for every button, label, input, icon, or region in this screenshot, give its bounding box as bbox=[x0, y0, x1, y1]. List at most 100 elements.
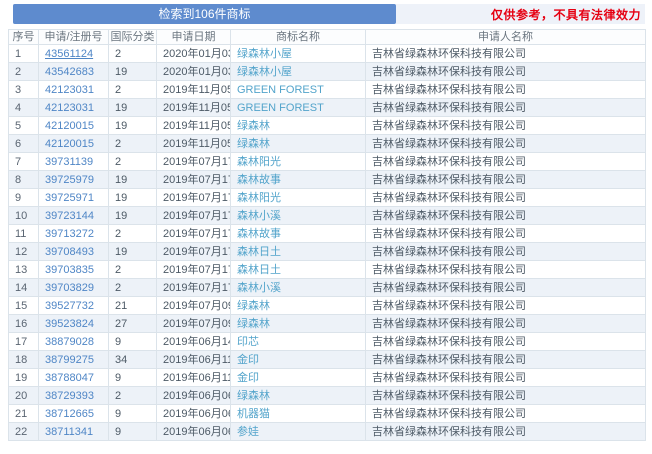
reg-number-link[interactable]: 38712665 bbox=[45, 408, 94, 420]
cell-reg-number: 38711341 bbox=[38, 422, 109, 441]
cell-serial: 10 bbox=[8, 206, 39, 225]
cell-applicant-name: 吉林省绿森林环保科技有限公司 bbox=[365, 350, 646, 369]
trademark-name-link[interactable]: 机器猫 bbox=[237, 408, 270, 420]
cell-intl-class: 2 bbox=[108, 386, 157, 405]
trademark-results-table-container: 序号 申请/注册号 国际分类 申请日期 商标名称 申请人名称 1 4356112… bbox=[8, 29, 646, 441]
reg-number-link[interactable]: 38729393 bbox=[45, 390, 94, 402]
cell-apply-date: 2019年11月05日 bbox=[156, 134, 231, 153]
cell-reg-number: 39703829 bbox=[38, 278, 109, 297]
trademark-name-link[interactable]: 金印 bbox=[237, 372, 259, 384]
cell-intl-class: 19 bbox=[108, 242, 157, 261]
trademark-name-link[interactable]: 绿森林 bbox=[237, 390, 270, 402]
cell-apply-date: 2019年07月17日 bbox=[156, 170, 231, 189]
trademark-name-link[interactable]: GREEN FOREST bbox=[237, 84, 324, 96]
trademark-name-link[interactable]: 森林故事 bbox=[237, 228, 281, 240]
cell-serial: 11 bbox=[8, 224, 39, 243]
cell-reg-number: 43542683 bbox=[38, 62, 109, 81]
cell-intl-class: 21 bbox=[108, 296, 157, 315]
cell-applicant-name: 吉林省绿森林环保科技有限公司 bbox=[365, 44, 646, 63]
reg-number-link[interactable]: 42123031 bbox=[45, 102, 94, 114]
reg-number-link[interactable]: 39703829 bbox=[45, 282, 94, 294]
cell-apply-date: 2020年01月03日 bbox=[156, 62, 231, 81]
table-row: 19 38788047 9 2019年06月11日 金印 吉林省绿森林环保科技有… bbox=[8, 368, 646, 387]
reg-number-link[interactable]: 39703835 bbox=[45, 264, 94, 276]
reg-number-link[interactable]: 39723144 bbox=[45, 210, 94, 222]
reg-number-link[interactable]: 39523824 bbox=[45, 318, 94, 330]
trademark-name-link[interactable]: 印芯 bbox=[237, 336, 259, 348]
trademark-name-link[interactable]: 森林小溪 bbox=[237, 210, 281, 222]
trademark-name-link[interactable]: 森林故事 bbox=[237, 174, 281, 186]
cell-intl-class: 2 bbox=[108, 80, 157, 99]
cell-reg-number: 42120015 bbox=[38, 116, 109, 135]
trademark-name-link[interactable]: 绿森林小屋 bbox=[237, 48, 292, 60]
trademark-name-link[interactable]: 森林阳光 bbox=[237, 156, 281, 168]
trademark-name-link[interactable]: 绿森林 bbox=[237, 120, 270, 132]
cell-applicant-name: 吉林省绿森林环保科技有限公司 bbox=[365, 296, 646, 315]
table-row: 5 42120015 19 2019年11月05日 绿森林 吉林省绿森林环保科技… bbox=[8, 116, 646, 135]
reg-number-link[interactable]: 43561124 bbox=[45, 48, 93, 60]
reg-number-link[interactable]: 39725971 bbox=[45, 192, 94, 204]
cell-applicant-name: 吉林省绿森林环保科技有限公司 bbox=[365, 98, 646, 117]
cell-applicant-name: 吉林省绿森林环保科技有限公司 bbox=[365, 422, 646, 441]
column-header-applicant-name: 申请人名称 bbox=[365, 29, 646, 45]
trademark-name-link[interactable]: 森林日土 bbox=[237, 264, 281, 276]
cell-intl-class: 2 bbox=[108, 44, 157, 63]
reg-number-link[interactable]: 39725979 bbox=[45, 174, 94, 186]
cell-trademark-name: 绿森林 bbox=[230, 314, 366, 333]
cell-apply-date: 2019年06月14日 bbox=[156, 332, 231, 351]
cell-serial: 14 bbox=[8, 278, 39, 297]
trademark-name-link[interactable]: GREEN FOREST bbox=[237, 102, 324, 114]
table-row: 10 39723144 19 2019年07月17日 森林小溪 吉林省绿森林环保… bbox=[8, 206, 646, 225]
column-header-serial: 序号 bbox=[8, 29, 39, 45]
cell-applicant-name: 吉林省绿森林环保科技有限公司 bbox=[365, 206, 646, 225]
reg-number-link[interactable]: 38788047 bbox=[45, 372, 94, 384]
results-header-strip: 检索到106件商标 仅供参考，不具有法律效力 bbox=[13, 4, 645, 24]
cell-reg-number: 39723144 bbox=[38, 206, 109, 225]
trademark-name-link[interactable]: 绿森林小屋 bbox=[237, 66, 292, 78]
reg-number-link[interactable]: 38799275 bbox=[45, 354, 94, 366]
reg-number-link[interactable]: 38711341 bbox=[45, 426, 93, 438]
trademark-name-link[interactable]: 绿森林 bbox=[237, 318, 270, 330]
table-row: 13 39703835 2 2019年07月17日 森林日土 吉林省绿森林环保科… bbox=[8, 260, 646, 279]
legal-disclaimer-text: 仅供参考，不具有法律效力 bbox=[490, 7, 641, 22]
reg-number-link[interactable]: 42123031 bbox=[45, 84, 94, 96]
cell-applicant-name: 吉林省绿森林环保科技有限公司 bbox=[365, 170, 646, 189]
cell-apply-date: 2019年07月17日 bbox=[156, 188, 231, 207]
reg-number-link[interactable]: 42120015 bbox=[45, 138, 94, 150]
cell-apply-date: 2019年07月17日 bbox=[156, 278, 231, 297]
table-row: 22 38711341 9 2019年06月06日 参娃 吉林省绿森林环保科技有… bbox=[8, 422, 646, 441]
reg-number-link[interactable]: 39708493 bbox=[45, 246, 94, 258]
cell-serial: 15 bbox=[8, 296, 39, 315]
trademark-name-link[interactable]: 绿森林 bbox=[237, 138, 270, 150]
trademark-name-link[interactable]: 森林阳光 bbox=[237, 192, 281, 204]
reg-number-link[interactable]: 38879028 bbox=[45, 336, 94, 348]
table-row: 3 42123031 2 2019年11月05日 GREEN FOREST 吉林… bbox=[8, 80, 646, 99]
cell-trademark-name: 森林阳光 bbox=[230, 152, 366, 171]
cell-trademark-name: 参娃 bbox=[230, 422, 366, 441]
cell-serial: 19 bbox=[8, 368, 39, 387]
trademark-name-link[interactable]: 森林日土 bbox=[237, 246, 281, 258]
cell-apply-date: 2019年06月06日 bbox=[156, 386, 231, 405]
reg-number-link[interactable]: 43542683 bbox=[45, 66, 94, 78]
cell-trademark-name: 绿森林 bbox=[230, 296, 366, 315]
cell-intl-class: 19 bbox=[108, 62, 157, 81]
table-row: 20 38729393 2 2019年06月06日 绿森林 吉林省绿森林环保科技… bbox=[8, 386, 646, 405]
reg-number-link[interactable]: 39527732 bbox=[45, 300, 94, 312]
reg-number-link[interactable]: 42120015 bbox=[45, 120, 94, 132]
trademark-results-table: 序号 申请/注册号 国际分类 申请日期 商标名称 申请人名称 1 4356112… bbox=[8, 29, 646, 441]
trademark-name-link[interactable]: 金印 bbox=[237, 354, 259, 366]
cell-apply-date: 2019年07月17日 bbox=[156, 206, 231, 225]
cell-serial: 21 bbox=[8, 404, 39, 423]
table-row: 8 39725979 19 2019年07月17日 森林故事 吉林省绿森林环保科… bbox=[8, 170, 646, 189]
cell-trademark-name: 森林小溪 bbox=[230, 278, 366, 297]
reg-number-link[interactable]: 39713272 bbox=[45, 228, 94, 240]
cell-serial: 22 bbox=[8, 422, 39, 441]
cell-intl-class: 19 bbox=[108, 98, 157, 117]
cell-reg-number: 39708493 bbox=[38, 242, 109, 261]
cell-apply-date: 2019年07月17日 bbox=[156, 260, 231, 279]
trademark-name-link[interactable]: 参娃 bbox=[237, 426, 259, 438]
cell-applicant-name: 吉林省绿森林环保科技有限公司 bbox=[365, 386, 646, 405]
trademark-name-link[interactable]: 森林小溪 bbox=[237, 282, 281, 294]
trademark-name-link[interactable]: 绿森林 bbox=[237, 300, 270, 312]
reg-number-link[interactable]: 39731139 bbox=[45, 156, 93, 168]
